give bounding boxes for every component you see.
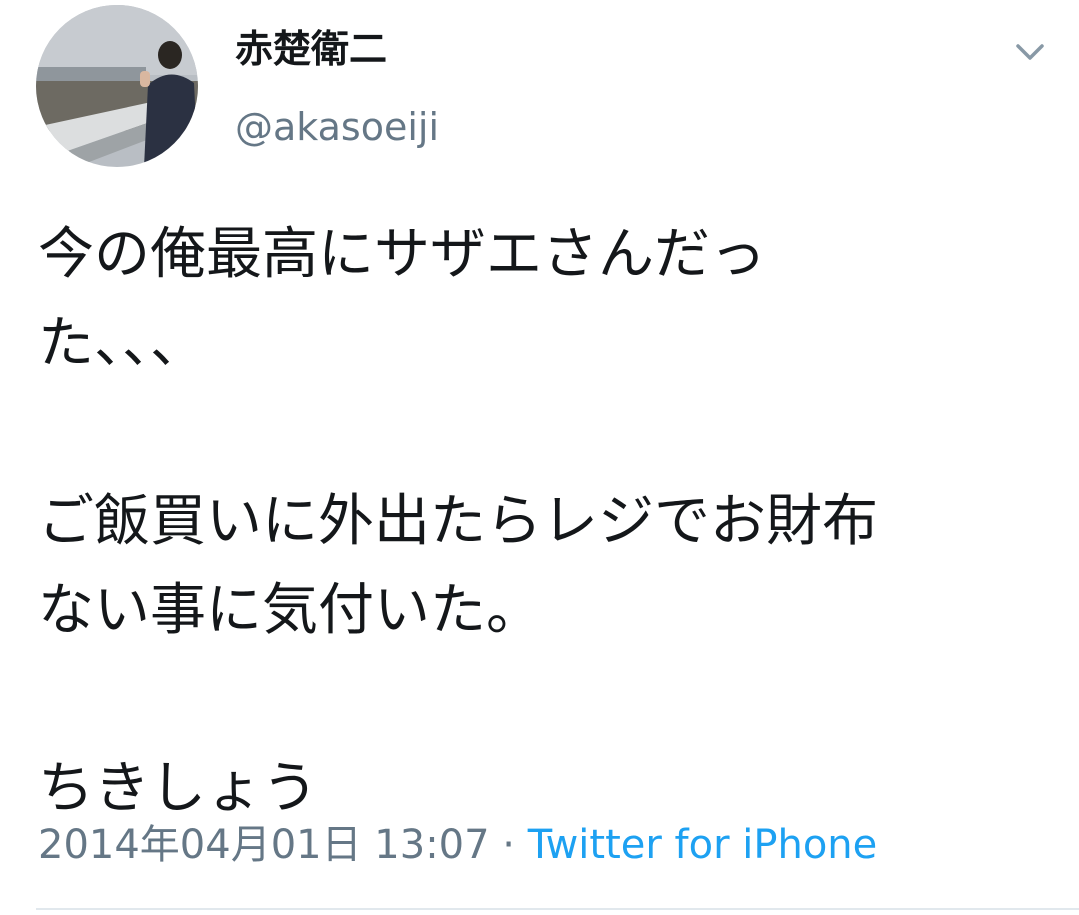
tweet: 赤楚衛二 @akasoeiji 今の俺最高にサザエさんだっ た、、、 ご飯買いに… [0, 0, 1079, 915]
timestamp[interactable]: 2014年04月01日 13:07 [38, 822, 490, 868]
tweet-meta: 2014年04月01日 13:07 · Twitter for iPhone [38, 817, 877, 873]
avatar-photo [36, 5, 198, 167]
avatar[interactable] [36, 5, 198, 167]
display-name[interactable]: 赤楚衛二 [235, 24, 387, 74]
divider [36, 908, 1079, 910]
source-link[interactable]: Twitter for iPhone [528, 822, 878, 868]
tweet-text: 今の俺最高にサザエさんだっ た、、、 ご飯買いに外出たらレジでお財布 ない事に気… [38, 222, 878, 821]
chevron-down-icon[interactable] [1010, 32, 1050, 72]
user-handle[interactable]: @akasoeiji [235, 102, 439, 152]
meta-separator: · [489, 822, 528, 868]
